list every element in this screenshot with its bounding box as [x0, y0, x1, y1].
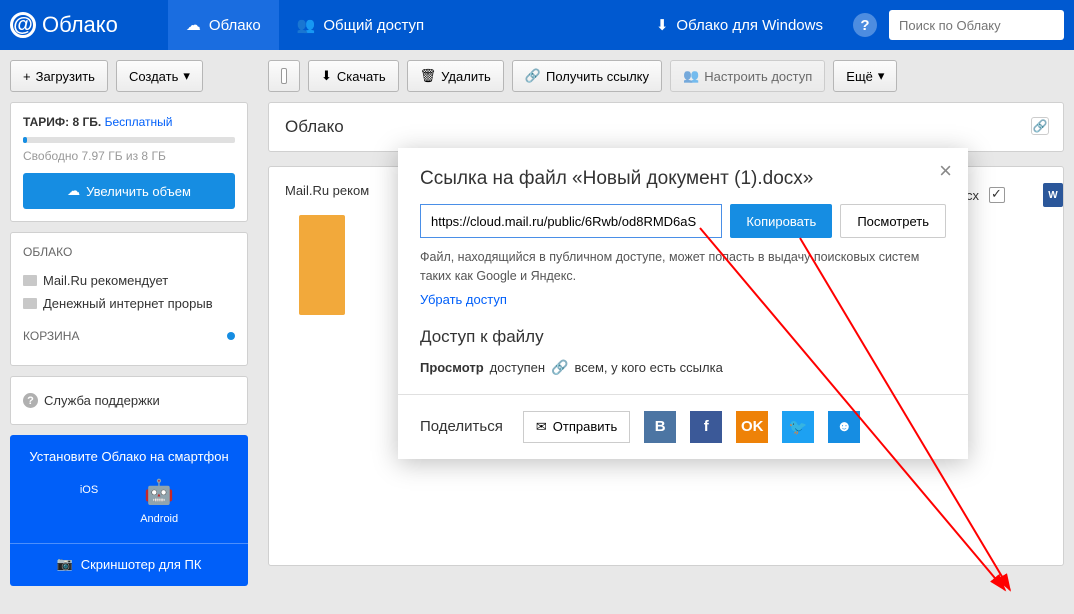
- question-icon: ?: [23, 393, 38, 408]
- android-icon: 🤖: [144, 478, 174, 507]
- breadcrumb: Облако 🔗: [268, 102, 1064, 152]
- copy-button[interactable]: Копировать: [730, 204, 832, 238]
- envelope-icon: ✉: [536, 419, 547, 435]
- sidebar: + Загрузить Создать ▾ ТАРИФ: 8 ГБ. Беспл…: [0, 50, 258, 614]
- select-all-checkbox[interactable]: [268, 60, 300, 92]
- link-icon[interactable]: 🔗: [1031, 117, 1049, 135]
- cloud-icon: ☁: [186, 16, 201, 34]
- tab-cloud[interactable]: ☁ Облако: [168, 0, 279, 50]
- folder-icon: [23, 298, 37, 309]
- more-button[interactable]: Ещё ▾: [833, 60, 897, 92]
- share-label: Поделиться: [420, 418, 503, 435]
- promo-panel: Установите Облако на смартфон iOS 🤖 Andr…: [10, 435, 248, 586]
- tab-shared[interactable]: 👥 Общий доступ: [279, 0, 442, 50]
- logo-text: Облако: [42, 12, 118, 38]
- close-icon[interactable]: ×: [939, 158, 952, 184]
- trash-section-header[interactable]: КОРЗИНА: [23, 329, 235, 343]
- tariff-panel: ТАРИФ: 8 ГБ. Бесплатный Свободно 7.97 ГБ…: [10, 102, 248, 222]
- remove-access-link[interactable]: Убрать доступ: [420, 292, 507, 307]
- tariff-plan-link[interactable]: Бесплатный: [105, 115, 173, 129]
- download-button[interactable]: ⬇ Скачать: [308, 60, 399, 92]
- send-button[interactable]: ✉ Отправить: [523, 411, 630, 443]
- people-icon: 👥: [297, 16, 316, 34]
- trash-icon: 🗑: [420, 68, 437, 84]
- share-twitter-icon[interactable]: 🐦: [782, 411, 814, 443]
- access-label: Просмотр: [420, 360, 484, 375]
- tree-item-recommends[interactable]: Mail.Ru рекомендует: [23, 269, 235, 292]
- cloud-section-header: ОБЛАКО: [23, 245, 235, 259]
- download-icon: ⬇: [656, 16, 669, 34]
- share-url-input[interactable]: [420, 204, 722, 238]
- promo-android[interactable]: 🤖 Android: [140, 478, 178, 525]
- promo-screenshoter[interactable]: 📷 Скриншотер для ПК: [20, 544, 238, 572]
- mail-at-icon: @: [10, 12, 36, 38]
- get-link-button[interactable]: 🔗 Получить ссылку: [512, 60, 662, 92]
- cloud-for-windows-link[interactable]: ⬇ Облако для Windows: [638, 0, 841, 50]
- people-icon: 👥: [683, 68, 699, 84]
- configure-access-button[interactable]: 👥 Настроить доступ: [670, 60, 825, 92]
- create-button[interactable]: Создать ▾: [116, 60, 203, 92]
- plus-icon: +: [23, 69, 31, 84]
- folder-icon: [23, 275, 37, 286]
- access-header: Доступ к файлу: [420, 327, 946, 347]
- trash-dot-icon: [227, 332, 235, 340]
- tree-panel: ОБЛАКО Mail.Ru рекомендует Денежный инте…: [10, 232, 248, 366]
- logo[interactable]: @ Облако: [10, 12, 118, 38]
- share-moimir-icon[interactable]: ☻: [828, 411, 860, 443]
- share-facebook-icon[interactable]: f: [690, 411, 722, 443]
- promo-title: Установите Облако на смартфон: [20, 449, 238, 464]
- modal-title: Ссылка на файл «Новый документ (1).docx»: [420, 168, 813, 190]
- link-icon: 🔗: [551, 359, 568, 376]
- delete-button[interactable]: 🗑 Удалить: [407, 60, 504, 92]
- storage-bar: [23, 137, 235, 143]
- word-icon: W: [1043, 183, 1063, 207]
- cloud-icon: ☁: [67, 183, 80, 199]
- folder-label[interactable]: Mail.Ru реком: [285, 183, 369, 198]
- view-button[interactable]: Посмотреть: [840, 204, 946, 238]
- share-ok-icon[interactable]: OK: [736, 411, 768, 443]
- access-who: всем, у кого есть ссылка: [574, 360, 722, 375]
- folder-thumbnail-icon[interactable]: [299, 215, 345, 315]
- access-state: доступен: [490, 360, 545, 375]
- app-header: @ Облако ☁ Облако 👥 Общий доступ ⬇ Облак…: [0, 0, 1074, 50]
- share-modal: Ссылка на файл «Новый документ (1).docx»…: [398, 148, 968, 459]
- tariff-label: ТАРИФ: 8 ГБ.: [23, 115, 101, 129]
- toolbar: ⬇ Скачать 🗑 Удалить 🔗 Получить ссылку 👥 …: [268, 60, 1064, 102]
- promo-ios[interactable]: iOS: [80, 478, 98, 525]
- download-icon: ⬇: [321, 68, 332, 84]
- chevron-down-icon: ▾: [878, 68, 885, 84]
- share-vk-icon[interactable]: B: [644, 411, 676, 443]
- help-icon[interactable]: ?: [853, 13, 877, 37]
- upload-button[interactable]: + Загрузить: [10, 60, 108, 92]
- support-panel: ? Служба поддержки: [10, 376, 248, 425]
- free-space-text: Свободно 7.97 ГБ из 8 ГБ: [23, 149, 235, 163]
- link-icon: 🔗: [525, 68, 541, 84]
- file-checkbox[interactable]: [989, 187, 1005, 203]
- public-note: Файл, находящийся в публичном доступе, м…: [420, 248, 946, 286]
- support-link[interactable]: ? Служба поддержки: [23, 389, 235, 412]
- camera-icon: 📷: [57, 556, 73, 572]
- tree-item-money[interactable]: Денежный интернет прорыв: [23, 292, 235, 315]
- increase-storage-button[interactable]: ☁ Увеличить объем: [23, 173, 235, 209]
- search-input[interactable]: [889, 10, 1064, 40]
- chevron-down-icon: ▾: [183, 68, 190, 84]
